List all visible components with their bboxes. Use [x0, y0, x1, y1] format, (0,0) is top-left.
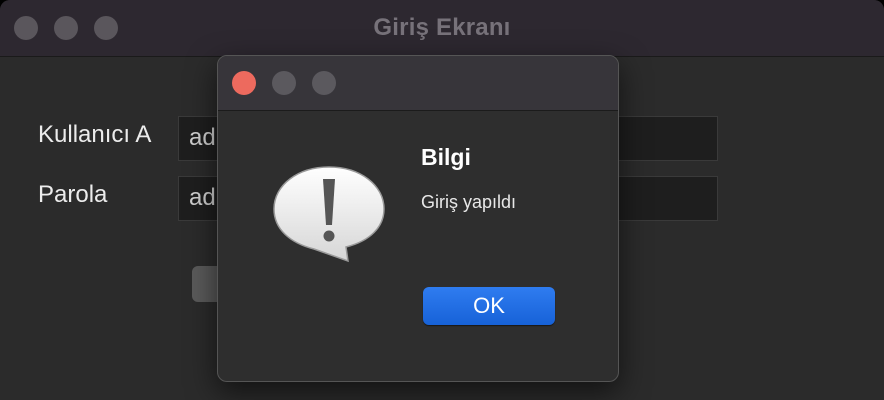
- dialog-titlebar: [218, 56, 618, 111]
- username-label: Kullanıcı A: [38, 121, 152, 148]
- dialog-message: Giriş yapıldı: [421, 192, 517, 212]
- dialog-title: Bilgi: [421, 144, 471, 170]
- main-titlebar: Giriş Ekranı: [0, 0, 884, 57]
- dialog-minimize-button: [272, 71, 296, 95]
- alert-exclamation-icon: [273, 166, 385, 263]
- ok-button[interactable]: OK: [423, 287, 555, 325]
- alert-dialog: Bilgi Giriş yapıldı OK: [217, 55, 619, 382]
- dialog-close-button[interactable]: [232, 71, 256, 95]
- dialog-zoom-button: [312, 71, 336, 95]
- password-label: Parola: [38, 181, 108, 208]
- window-title: Giriş Ekranı: [373, 14, 511, 41]
